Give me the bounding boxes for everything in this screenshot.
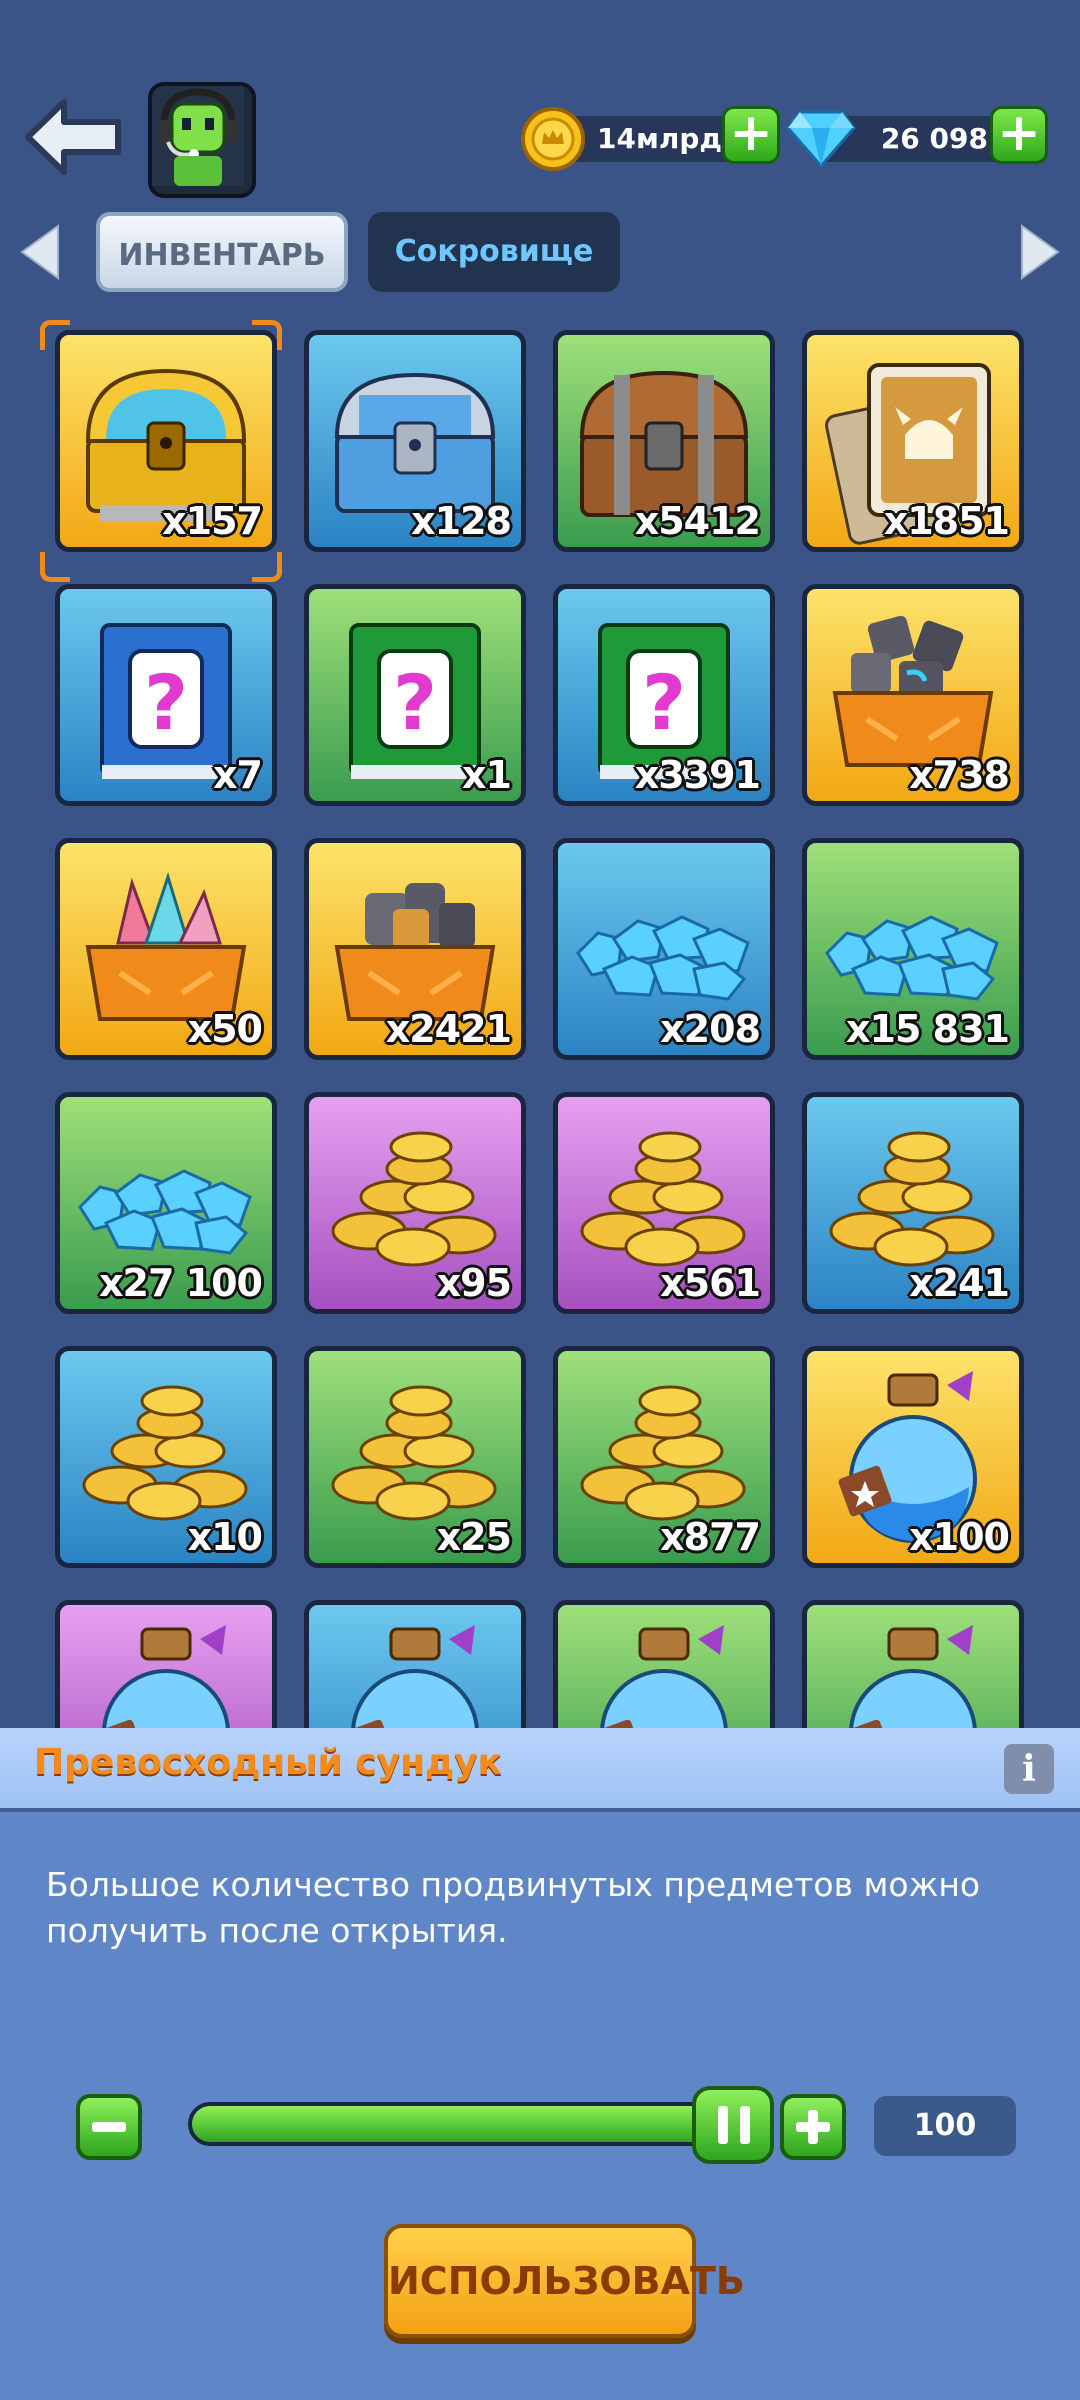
item-count: x157 xyxy=(162,499,263,543)
item-count: x100 xyxy=(909,1515,1010,1559)
item-count: x10 xyxy=(187,1515,263,1559)
item-description: Большое количество продвинутых предметов… xyxy=(46,1865,981,1950)
item-count: x27 100 xyxy=(99,1261,263,1305)
item-count: x1 xyxy=(462,753,512,797)
item-count: x3391 xyxy=(634,753,761,797)
gem-icon xyxy=(786,110,856,168)
treasure-item[interactable]: x561 xyxy=(553,1092,775,1314)
selection-bracket xyxy=(252,320,282,350)
item-title: Превосходный сундук xyxy=(34,1742,503,1783)
potion-flask-icon xyxy=(838,1625,977,1730)
next-tab-arrow-icon[interactable] xyxy=(1018,222,1062,282)
top-bar: 14млрд + 26 098 + xyxy=(0,0,1080,200)
treasure-item[interactable]: ? x1 xyxy=(304,584,526,806)
back-arrow-icon[interactable] xyxy=(24,98,124,176)
selection-bracket xyxy=(40,320,70,350)
item-count: x25 xyxy=(436,1515,512,1559)
treasure-item[interactable]: x5412 xyxy=(553,330,775,552)
treasure-item[interactable]: x2421 xyxy=(304,838,526,1060)
increase-quantity-button[interactable] xyxy=(780,2094,846,2160)
treasure-item[interactable] xyxy=(802,1600,1024,1730)
item-count: x1851 xyxy=(883,499,1010,543)
item-detail-header: Превосходный сундук i xyxy=(0,1728,1080,1812)
coin-counter: 14млрд + xyxy=(520,106,780,171)
treasure-item[interactable]: x95 xyxy=(304,1092,526,1314)
treasure-item[interactable]: x27 100 xyxy=(55,1092,277,1314)
treasure-item[interactable] xyxy=(55,1600,277,1730)
quantity-slider[interactable] xyxy=(188,2102,748,2146)
treasure-item[interactable]: x10 xyxy=(55,1346,277,1568)
info-button[interactable]: i xyxy=(1004,1744,1054,1794)
selection-bracket xyxy=(252,552,282,582)
item-count: x2421 xyxy=(385,1007,512,1051)
item-count: x877 xyxy=(660,1515,761,1559)
treasure-item[interactable]: x50 xyxy=(55,838,277,1060)
item-count: x95 xyxy=(436,1261,512,1305)
add-gems-button[interactable]: + xyxy=(990,106,1048,164)
treasure-item[interactable]: x1851 xyxy=(802,330,1024,552)
robot-avatar-icon xyxy=(152,86,244,186)
gem-counter: 26 098 + xyxy=(786,106,1050,168)
treasure-item[interactable]: x15 831 xyxy=(802,838,1024,1060)
quantity-slider-fill xyxy=(192,2106,744,2142)
tab-treasure[interactable]: Сокровище xyxy=(368,212,620,292)
coin-icon xyxy=(521,107,585,171)
treasure-item[interactable]: ? x3391 xyxy=(553,584,775,806)
item-count: x7 xyxy=(213,753,263,797)
item-count: x241 xyxy=(909,1261,1010,1305)
selection-bracket xyxy=(40,552,70,582)
quantity-slider-handle[interactable] xyxy=(692,2086,774,2164)
item-count: x15 831 xyxy=(846,1007,1010,1051)
svg-text:?: ? xyxy=(642,658,686,747)
item-detail-panel: Превосходный сундук i Большое количество… xyxy=(0,1728,1080,2400)
treasure-item[interactable]: x128 xyxy=(304,330,526,552)
svg-text:?: ? xyxy=(144,658,188,747)
item-count: x50 xyxy=(187,1007,263,1051)
quantity-field[interactable]: 100 xyxy=(874,2096,1016,2156)
treasure-grid: x157 x128 x5412 x1851 ? x7 ? x1 ? x3391 x73… xyxy=(0,320,1080,1730)
item-count: x561 xyxy=(660,1261,761,1305)
potion-flask-icon xyxy=(91,1625,230,1730)
add-coins-button[interactable]: + xyxy=(722,106,780,164)
potion-flask-icon xyxy=(589,1625,728,1730)
treasure-item[interactable] xyxy=(553,1600,775,1730)
previous-tab-arrow-icon[interactable] xyxy=(18,222,62,282)
decrease-quantity-button[interactable] xyxy=(76,2094,142,2160)
use-button[interactable]: ИСПОЛЬЗОВАТЬ xyxy=(384,2224,745,2338)
item-count: x5412 xyxy=(634,499,761,543)
treasure-item[interactable]: x738 xyxy=(802,584,1024,806)
treasure-item[interactable]: x877 xyxy=(553,1346,775,1568)
player-avatar[interactable] xyxy=(148,82,256,198)
potion-flask-icon xyxy=(340,1625,479,1730)
item-count: x738 xyxy=(909,753,1010,797)
treasure-item[interactable] xyxy=(304,1600,526,1730)
item-count: x128 xyxy=(411,499,512,543)
treasure-item[interactable]: x241 xyxy=(802,1092,1024,1314)
treasure-item[interactable]: x157 xyxy=(55,330,277,552)
treasure-item[interactable]: x100 xyxy=(802,1346,1024,1568)
treasure-item[interactable]: x25 xyxy=(304,1346,526,1568)
svg-text:?: ? xyxy=(393,658,437,747)
treasure-item[interactable]: x208 xyxy=(553,838,775,1060)
item-count: x208 xyxy=(660,1007,761,1051)
treasure-item[interactable]: ? x7 xyxy=(55,584,277,806)
tab-inventory[interactable]: ИНВЕНТАРЬ xyxy=(96,212,348,292)
